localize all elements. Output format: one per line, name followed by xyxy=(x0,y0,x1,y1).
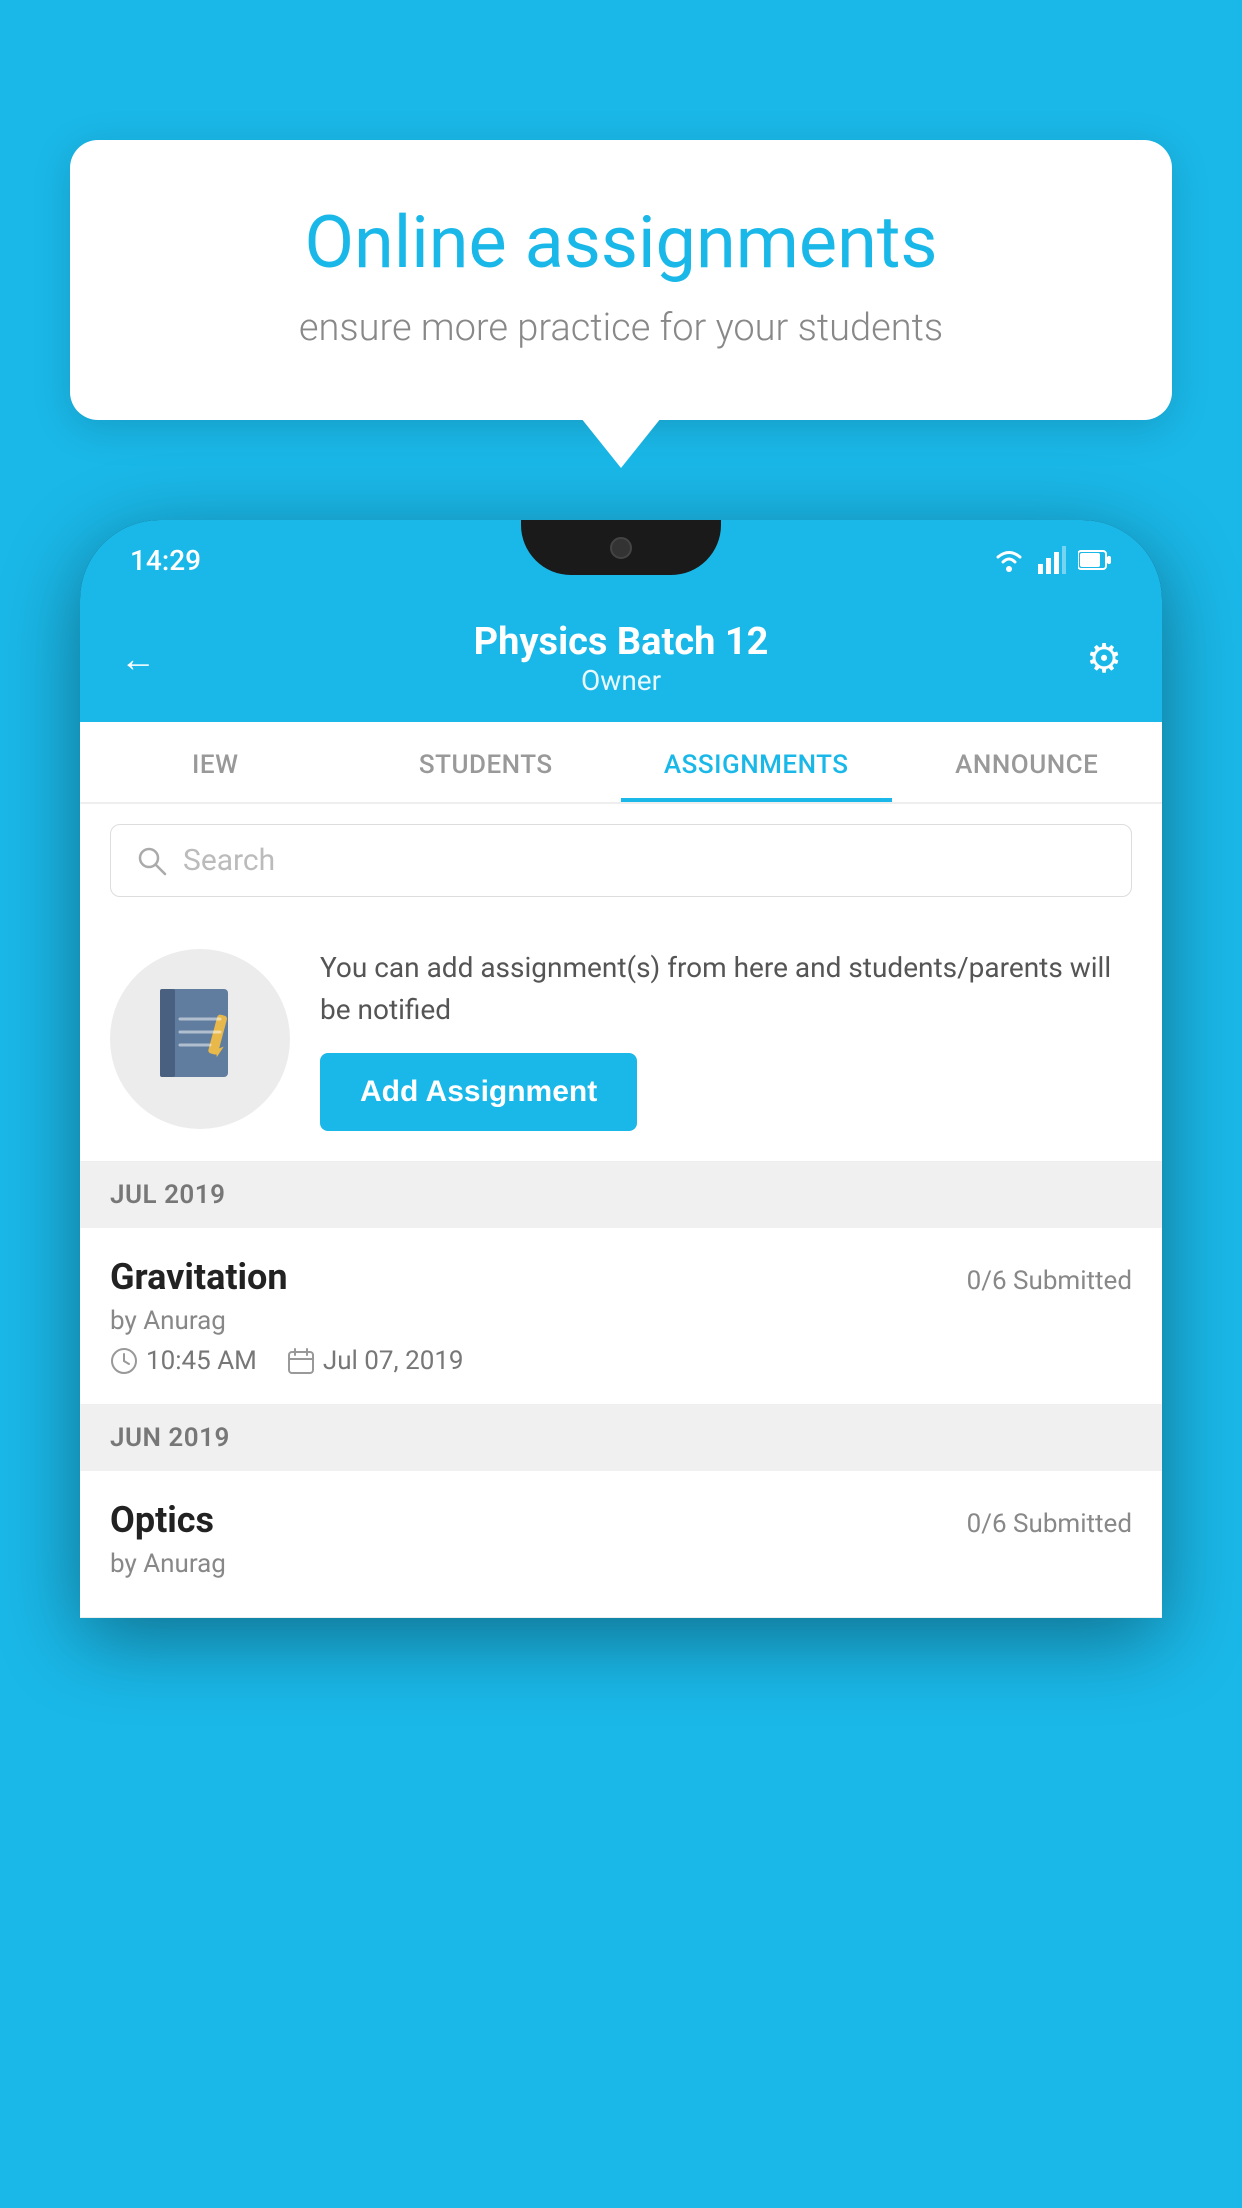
signal-icon xyxy=(1038,546,1066,574)
speech-bubble-card: Online assignments ensure more practice … xyxy=(70,140,1172,420)
search-bar[interactable]: Search xyxy=(110,824,1132,897)
battery-icon xyxy=(1078,549,1112,571)
app-content: Search xyxy=(80,804,1162,1618)
app-header: ← Physics Batch 12 Owner ⚙ xyxy=(80,600,1162,722)
camera xyxy=(610,537,632,559)
wifi-icon xyxy=(992,546,1026,574)
tabs-bar: IEW STUDENTS ASSIGNMENTS ANNOUNCE xyxy=(80,722,1162,804)
phone-wrapper: 14:29 xyxy=(80,520,1162,2208)
notebook-icon-circle xyxy=(110,949,290,1129)
speech-bubble-title: Online assignments xyxy=(140,200,1102,286)
search-bar-container: Search xyxy=(80,804,1162,917)
status-time: 14:29 xyxy=(130,544,201,577)
status-icons xyxy=(992,546,1112,574)
assignment-item-optics[interactable]: Optics 0/6 Submitted by Anurag xyxy=(80,1471,1162,1618)
assignment-date: Jul 07, 2019 xyxy=(287,1346,464,1376)
speech-bubble-subtitle: ensure more practice for your students xyxy=(140,306,1102,350)
empty-add-section: You can add assignment(s) from here and … xyxy=(80,917,1162,1162)
header-subtitle: Owner xyxy=(474,664,769,697)
assignment-time: 10:45 AM xyxy=(110,1346,257,1376)
assignment-item-gravitation[interactable]: Gravitation 0/6 Submitted by Anurag 10:4… xyxy=(80,1228,1162,1405)
assignment-meta: 10:45 AM Jul 07, 2019 xyxy=(110,1346,1132,1376)
section-label-jun: JUN 2019 xyxy=(80,1405,1162,1471)
phone-notch xyxy=(521,520,721,575)
header-title: Physics Batch 12 xyxy=(474,620,769,664)
tab-iew[interactable]: IEW xyxy=(80,722,351,802)
calendar-icon xyxy=(287,1347,315,1375)
phone-outer: 14:29 xyxy=(80,520,1162,1618)
settings-icon[interactable]: ⚙ xyxy=(1086,635,1122,682)
clock-icon xyxy=(110,1347,138,1375)
assignment-name-optics: Optics xyxy=(110,1499,214,1541)
notebook-icon xyxy=(150,984,250,1094)
assignment-submitted: 0/6 Submitted xyxy=(967,1266,1132,1296)
assignment-row-top: Gravitation 0/6 Submitted xyxy=(110,1256,1132,1298)
assignment-name: Gravitation xyxy=(110,1256,288,1298)
add-assignment-button[interactable]: Add Assignment xyxy=(320,1053,637,1131)
section-label-jul: JUL 2019 xyxy=(80,1162,1162,1228)
status-bar: 14:29 xyxy=(80,520,1162,600)
tab-students[interactable]: STUDENTS xyxy=(351,722,622,802)
tab-announcements[interactable]: ANNOUNCE xyxy=(892,722,1163,802)
search-icon xyxy=(136,845,168,877)
back-button[interactable]: ← xyxy=(120,638,156,680)
add-section-right: You can add assignment(s) from here and … xyxy=(320,947,1132,1131)
header-center: Physics Batch 12 Owner xyxy=(474,620,769,697)
assignment-row-top-optics: Optics 0/6 Submitted xyxy=(110,1499,1132,1541)
add-section-description: You can add assignment(s) from here and … xyxy=(320,947,1132,1031)
tab-assignments[interactable]: ASSIGNMENTS xyxy=(621,722,892,802)
assignment-by-optics: by Anurag xyxy=(110,1549,1132,1579)
search-placeholder: Search xyxy=(183,843,275,878)
assignment-by: by Anurag xyxy=(110,1306,1132,1336)
assignment-submitted-optics: 0/6 Submitted xyxy=(967,1509,1132,1539)
